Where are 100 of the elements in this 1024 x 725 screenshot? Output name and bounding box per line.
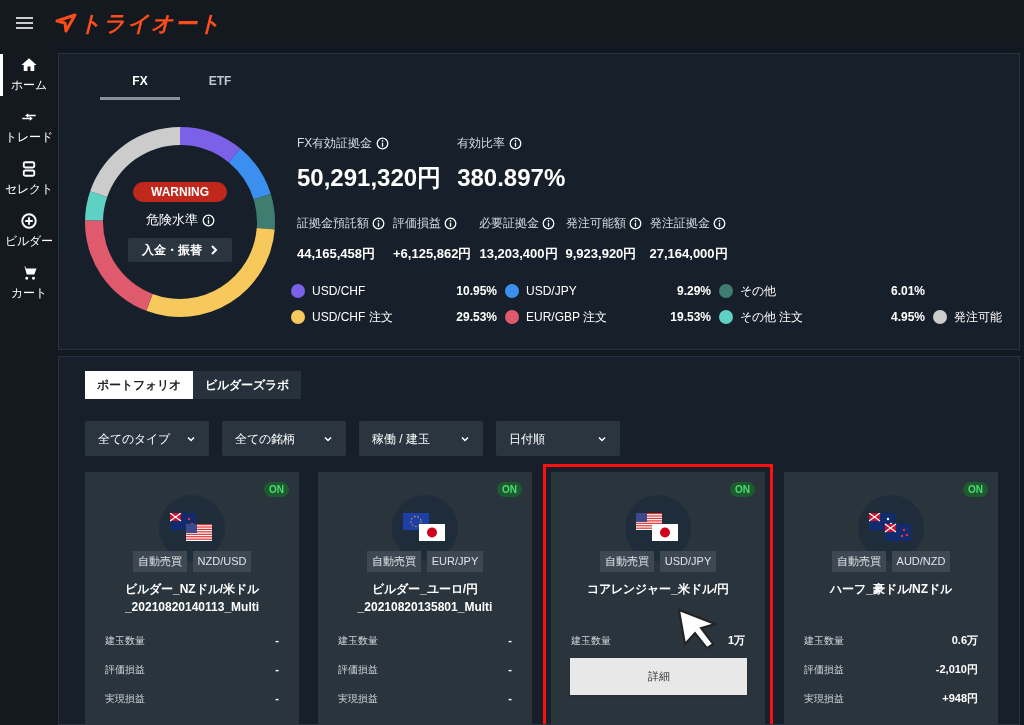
strategy-title: _20210820140113_Multi: [124, 598, 260, 616]
info-icon[interactable]: [376, 136, 390, 150]
status-badge: ON: [497, 482, 522, 497]
row-label: 実現損益: [105, 691, 145, 706]
row-value: 0.6万: [951, 632, 978, 648]
metric-label: 有効比率: [457, 135, 506, 152]
metric-label: 発注証拠金: [649, 215, 710, 232]
tag: 自動売買: [831, 551, 886, 572]
risk-label: 危険水準: [145, 211, 198, 230]
filter-dropdown[interactable]: 日付順: [496, 421, 620, 456]
metric-label: 必要証拠金: [479, 215, 540, 232]
row-value: -: [275, 690, 279, 706]
metric-value: 27,164,000円: [649, 245, 728, 263]
strategy-title: _20210820135801_Multi: [357, 598, 493, 616]
home-icon: [19, 56, 38, 74]
row-label: 評価損益: [338, 662, 378, 677]
portfolio-tab[interactable]: ビルダーズラボ: [193, 371, 301, 399]
legend-value: 6.01%: [890, 282, 925, 300]
metric-value: 380.897%: [457, 163, 566, 193]
tag: USD/JPY: [659, 551, 717, 572]
row-label: 評価損益: [105, 662, 145, 677]
metric-value: +6,125,862円: [393, 245, 472, 263]
tag: EUR/JPY: [426, 551, 484, 572]
row-value: -: [508, 632, 512, 648]
filter-dropdown[interactable]: 稼働 / 建玉: [359, 421, 483, 456]
info-icon[interactable]: [444, 216, 457, 230]
row-label: 建玉数量: [571, 633, 611, 648]
flags-icon: [869, 513, 913, 543]
sidebar-item[interactable]: ビルダー: [0, 210, 54, 252]
legend-label: EUR/GBP 注文: [526, 308, 608, 326]
filter-dropdown[interactable]: 全てのタイプ: [85, 421, 209, 456]
tag: AUD/NZD: [891, 551, 951, 572]
strategy-card[interactable]: ON 自動売買 USD/JPY コアレンジャー_米ドル/円 建玉数量 1万 詳細: [551, 472, 765, 724]
legend-label: 発注可能: [954, 308, 1002, 326]
metric-value: 13,203,400円: [479, 245, 558, 263]
row-label: 建玉数量: [105, 633, 145, 648]
info-icon[interactable]: [628, 216, 642, 230]
row-value: -: [508, 690, 512, 706]
status-badge: ON: [963, 482, 988, 497]
sidebar-item[interactable]: セレクト: [0, 158, 54, 200]
summary-tab[interactable]: ETF: [180, 72, 260, 100]
warning-badge: WARNING: [133, 182, 227, 203]
portfolio-tab[interactable]: ポートフォリオ: [85, 371, 193, 399]
sidebar-item[interactable]: トレード: [0, 106, 54, 148]
chevron-right-icon: [210, 244, 218, 255]
menu-icon[interactable]: [16, 16, 33, 30]
tag: 自動売買: [366, 551, 421, 572]
legend-value: 4.95%: [890, 308, 925, 326]
row-value: +948円: [942, 690, 978, 706]
info-icon[interactable]: [372, 216, 385, 230]
strategy-title: ハーフ_豪ドル/NZドル: [830, 580, 952, 598]
row-label: 建玉数量: [338, 633, 378, 648]
legend-value: 10.95%: [456, 282, 497, 300]
legend-value: 29.53%: [456, 308, 497, 326]
row-label: 実現損益: [804, 691, 844, 706]
legend-label: その他 注文: [740, 308, 804, 326]
row-label: 建玉数量: [804, 633, 844, 648]
metric-value: 44,165,458円: [297, 245, 377, 263]
metric-value: 50,291,320円: [297, 163, 442, 193]
logo-icon: [55, 13, 77, 33]
detail-button[interactable]: 詳細: [570, 658, 747, 695]
strategy-card[interactable]: ON 自動売買 AUD/NZD ハーフ_豪ドル/NZドル 建玉数量 0.6万 評価損益 -2,010円 実現損益 +948円: [784, 472, 998, 724]
row-value: 1万: [727, 632, 745, 648]
info-icon[interactable]: [509, 136, 523, 150]
legend-label: USD/CHF 注文: [312, 308, 393, 326]
tag: NZD/USD: [192, 551, 252, 572]
filter-dropdown[interactable]: 全ての銘柄: [222, 421, 346, 456]
strategy-card[interactable]: ON 自動売買 NZD/USD ビルダー_NZドル/米ドル _20210820140113_Multi 建玉数量 - 評価損益 - 実現損益 -: [85, 472, 299, 724]
sidebar-item[interactable]: カート: [0, 262, 54, 304]
logo-text: トライオート: [79, 9, 222, 38]
row-value: -: [275, 661, 279, 677]
row-value: -: [275, 632, 279, 648]
deposit-button[interactable]: 入金・振替: [128, 237, 232, 262]
summary-tab[interactable]: FX: [100, 72, 180, 100]
legend-value: 9.29%: [676, 282, 711, 300]
flags-icon: [636, 513, 680, 543]
status-badge: ON: [264, 482, 289, 497]
strategy-title: コアレンジャー_米ドル/円: [587, 580, 729, 598]
info-icon[interactable]: [542, 216, 556, 230]
legend-label: その他: [740, 282, 776, 300]
strategy-title: ビルダー_NZドル/米ドル: [125, 580, 259, 598]
metric-label: 証拠金預託額: [297, 215, 369, 232]
plus-circle-icon: [19, 212, 38, 230]
metric-label: FX有効証拠金: [297, 135, 373, 152]
legend-value: 19.53%: [670, 308, 711, 326]
legend-label: USD/JPY: [526, 282, 577, 300]
info-icon[interactable]: [712, 216, 726, 230]
legend-label: USD/CHF: [312, 282, 366, 300]
flags-icon: [170, 513, 214, 543]
metric-label: 評価損益: [393, 215, 441, 232]
metric-label: 発注可能額: [565, 215, 626, 232]
row-label: 実現損益: [338, 691, 378, 706]
strategy-card[interactable]: ON 自動売買 EUR/JPY ビルダー_ユーロ/円 _20210820135801_Multi 建玉数量 - 評価損益 - 実現損益 -: [318, 472, 532, 724]
flags-icon: [403, 513, 447, 543]
info-icon[interactable]: [201, 213, 215, 227]
row-value: -2,010円: [935, 661, 978, 677]
metric-value: 9,923,920円: [565, 245, 638, 263]
sidebar-item[interactable]: ホーム: [0, 54, 54, 96]
tag: 自動売買: [132, 551, 187, 572]
status-badge: ON: [730, 482, 755, 497]
